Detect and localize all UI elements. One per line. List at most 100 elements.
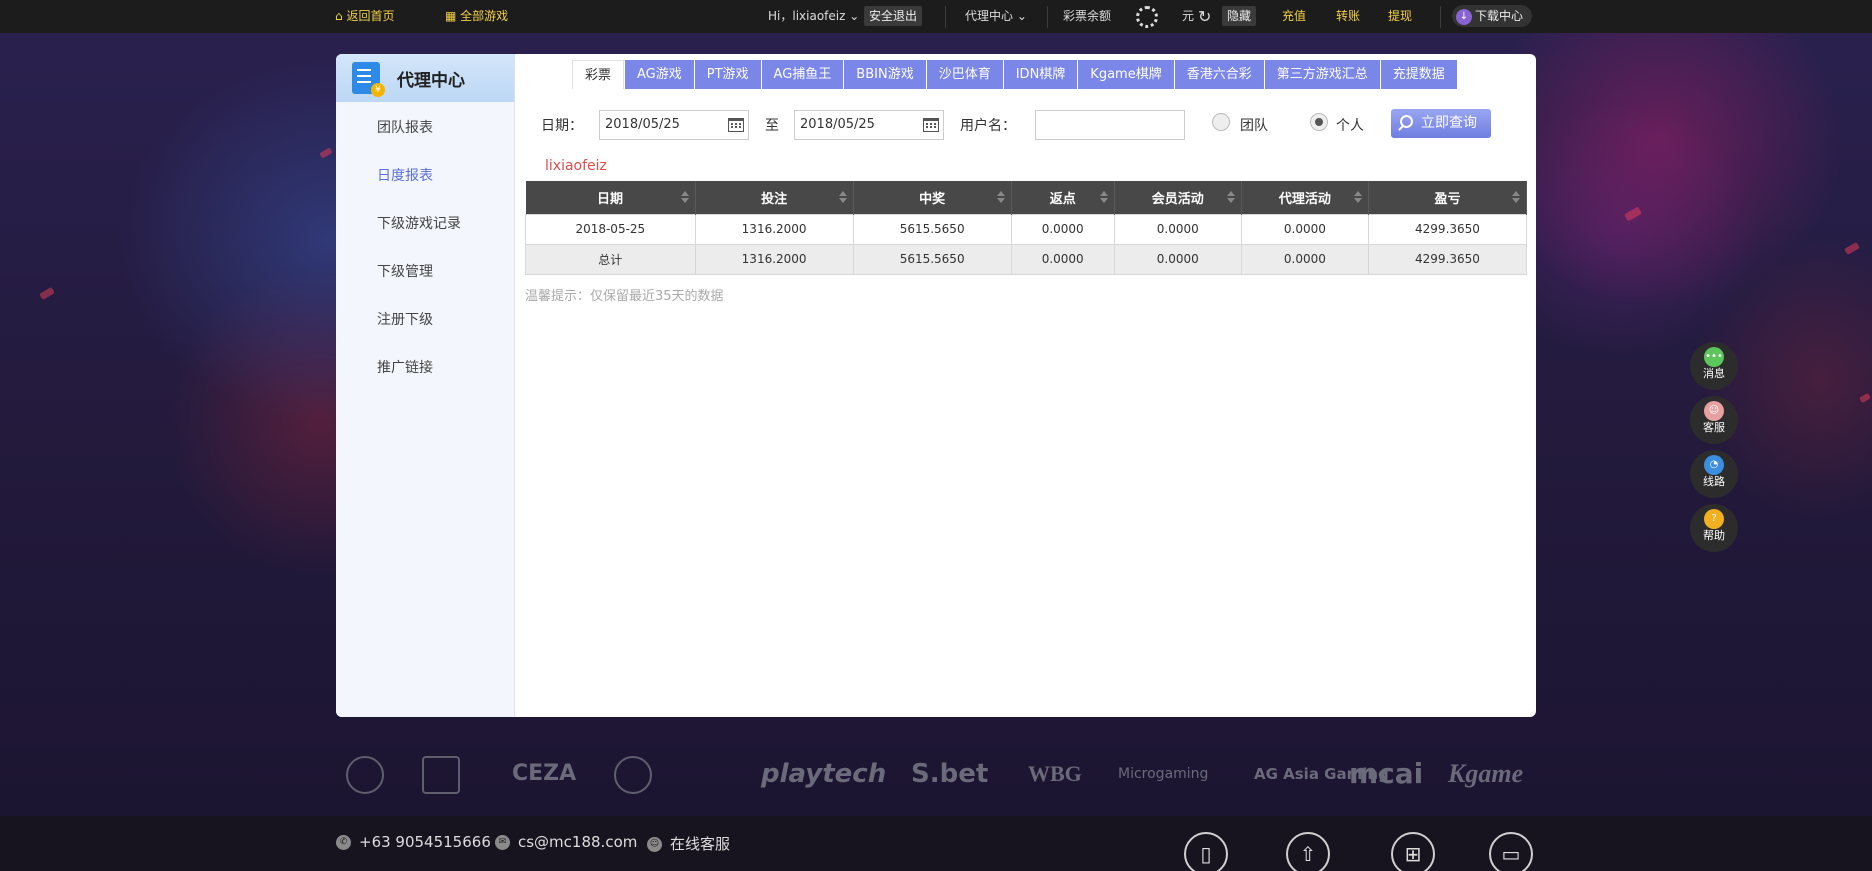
team-radio-label[interactable]: 团队 <box>1240 115 1268 135</box>
column-header[interactable]: 代理活动 <box>1241 181 1369 214</box>
tab-bbin-games[interactable]: BBIN游戏 <box>844 60 926 89</box>
footer-email[interactable]: ✉ cs@mc188.com <box>495 833 637 851</box>
tab-saba-sports[interactable]: 沙巴体育 <box>926 60 1003 89</box>
date-to-input[interactable]: 2018/05/25 <box>794 110 944 140</box>
username-input[interactable] <box>1035 110 1185 140</box>
tab-ag-fishing[interactable]: AG捕鱼王 <box>761 60 844 89</box>
tab-third-party-summary[interactable]: 第三方游戏汇总 <box>1264 60 1380 89</box>
partner-logo-wbg: WBG <box>1028 761 1082 786</box>
download-label: 下载中心 <box>1475 9 1524 23</box>
all-games-link[interactable]: ▦ 全部游戏 <box>445 0 508 33</box>
calendar-icon[interactable] <box>728 118 744 132</box>
date-to-value: 2018/05/25 <box>800 117 875 132</box>
tab-deposit-withdraw-data[interactable]: 充提数据 <box>1380 60 1457 89</box>
personal-radio[interactable] <box>1310 113 1328 131</box>
agent-center-panel: 代理中心 团队报表 日度报表 下级游戏记录 下级管理 注册下级 推广链接 彩票 … <box>336 54 1536 717</box>
phone-text: +63 9054515666 <box>359 833 491 851</box>
customer-service-button[interactable]: ☺ 客服 <box>1690 396 1738 444</box>
browser-icon[interactable]: ▭ <box>1489 832 1533 871</box>
partner-logo-ceza: CEZA <box>512 761 577 786</box>
service-label: 客服 <box>1703 421 1725 434</box>
sort-icon <box>1099 191 1108 203</box>
divider <box>945 6 946 28</box>
phone-icon: ✆ <box>336 835 351 850</box>
sidebar-item-daily-report[interactable]: 日度报表 <box>336 152 514 200</box>
sidebar-item-promo-link[interactable]: 推广链接 <box>336 344 514 392</box>
tab-idn-cards[interactable]: IDN棋牌 <box>1003 60 1078 89</box>
transfer-link[interactable]: 转账 <box>1336 0 1360 33</box>
team-radio[interactable] <box>1212 113 1230 131</box>
sidebar: 代理中心 团队报表 日度报表 下级游戏记录 下级管理 注册下级 推广链接 <box>336 54 515 717</box>
search-icon <box>1400 115 1413 128</box>
hide-balance-button[interactable]: 隐藏 <box>1222 6 1257 26</box>
recharge-link[interactable]: 充值 <box>1282 0 1306 33</box>
message-button[interactable]: ••• 消息 <box>1690 342 1738 390</box>
tab-lottery[interactable]: 彩票 <box>572 60 625 89</box>
sidebar-item-sub-game-records[interactable]: 下级游戏记录 <box>336 200 514 248</box>
greeting-text: Hi，lixiaofeiz <box>768 9 846 23</box>
message-icon: ••• <box>1704 347 1724 367</box>
report-document-icon <box>352 62 385 97</box>
date-from-value: 2018/05/25 <box>605 117 680 132</box>
data-retention-tip: 温馨提示：仅保留最近35天的数据 <box>525 289 724 304</box>
column-header-label: 返点 <box>1049 191 1076 207</box>
rocket-icon[interactable]: ⇧ <box>1286 832 1330 871</box>
column-header[interactable]: 中奖 <box>853 181 1012 214</box>
column-header[interactable]: 返点 <box>1011 181 1115 214</box>
route-icon: ◔ <box>1704 455 1724 475</box>
mobile-app-icon[interactable]: ▯ <box>1184 832 1228 871</box>
route-button[interactable]: ◔ 线路 <box>1690 450 1738 498</box>
column-header[interactable]: 日期 <box>525 181 696 214</box>
partner-emblem-logo <box>614 756 652 794</box>
table-cell: 0.0000 <box>1113 243 1242 275</box>
balance-label: 彩票余额 <box>1063 9 1112 23</box>
agent-center-menu[interactable]: 代理中心 ⌄ <box>965 0 1027 33</box>
table-row: 2018-05-25 1316.2000 5615.5650 0.0000 0.… <box>525 213 1528 245</box>
help-label: 帮助 <box>1703 529 1725 542</box>
top-bar: ⌂ 返回首页 ▦ 全部游戏 Hi，lixiaofeiz ⌄ 安全退出 代理中心 … <box>0 0 1872 33</box>
table-cell: 2018-05-25 <box>525 213 696 245</box>
home-link[interactable]: ⌂ 返回首页 <box>335 0 394 33</box>
date-from-input[interactable]: 2018/05/25 <box>599 110 749 140</box>
table-cell: 5615.5650 <box>852 243 1012 275</box>
partner-logo-sbet: S.bet <box>911 759 989 789</box>
daily-report-table: 日期 投注 中奖 返点 会员活动 代理活动 盈亏 2018-05-25 1316… <box>525 181 1528 275</box>
footer: ✆ +63 9054515666 ✉ cs@mc188.com ☺ 在线客服 ▯ ⇧ … <box>0 816 1872 871</box>
personal-radio-label[interactable]: 个人 <box>1336 115 1364 135</box>
tab-pt-games[interactable]: PT游戏 <box>694 60 761 89</box>
help-button[interactable]: ? 帮助 <box>1690 504 1738 552</box>
table-cell: 0.0000 <box>1010 213 1115 245</box>
chevron-down-icon: ⌄ <box>849 9 860 23</box>
withdraw-link[interactable]: 提现 <box>1388 0 1412 33</box>
table-cell: 5615.5650 <box>852 213 1012 245</box>
column-header[interactable]: 投注 <box>695 181 854 214</box>
agent-center-label: 代理中心 <box>965 9 1014 23</box>
column-header[interactable]: 会员活动 <box>1114 181 1242 214</box>
tab-kgame-cards[interactable]: Kgame棋牌 <box>1078 60 1174 89</box>
all-games-label: 全部游戏 <box>460 9 509 23</box>
search-button[interactable]: 立即查询 <box>1391 109 1491 138</box>
sort-icon <box>680 191 689 203</box>
sidebar-item-register-sub[interactable]: 注册下级 <box>336 296 514 344</box>
tab-ag-games[interactable]: AG游戏 <box>625 60 694 89</box>
column-header-label: 代理活动 <box>1278 191 1331 207</box>
table-cell: 1316.2000 <box>694 243 854 275</box>
logout-wrap: 安全退出 <box>864 0 923 33</box>
footer-phone: ✆ +63 9054515666 <box>336 833 491 851</box>
footer-online-service[interactable]: ☺ 在线客服 <box>647 833 730 854</box>
home-label: 返回首页 <box>346 9 395 23</box>
user-menu[interactable]: Hi，lixiaofeiz ⌄ <box>768 0 859 33</box>
filter-bar: 日期： 2018/05/25 至 2018/05/25 用户名： 团队 个人 立… <box>516 107 1536 141</box>
windows-icon[interactable]: ⊞ <box>1391 832 1435 871</box>
column-header[interactable]: 盈亏 <box>1368 181 1528 214</box>
calendar-icon[interactable] <box>923 118 939 132</box>
currency-label: 元 <box>1182 9 1195 23</box>
sidebar-item-sub-management[interactable]: 下级管理 <box>336 248 514 296</box>
sidebar-item-team-report[interactable]: 团队报表 <box>336 104 514 152</box>
sort-icon <box>838 191 847 203</box>
logout-button[interactable]: 安全退出 <box>864 6 923 26</box>
refresh-icon[interactable]: ↻ <box>1198 0 1211 33</box>
tab-hk-mark-six[interactable]: 香港六合彩 <box>1174 60 1264 89</box>
download-center-button[interactable]: ↓ 下载中心 <box>1452 5 1533 27</box>
hide-wrap: 隐藏 <box>1222 0 1257 33</box>
